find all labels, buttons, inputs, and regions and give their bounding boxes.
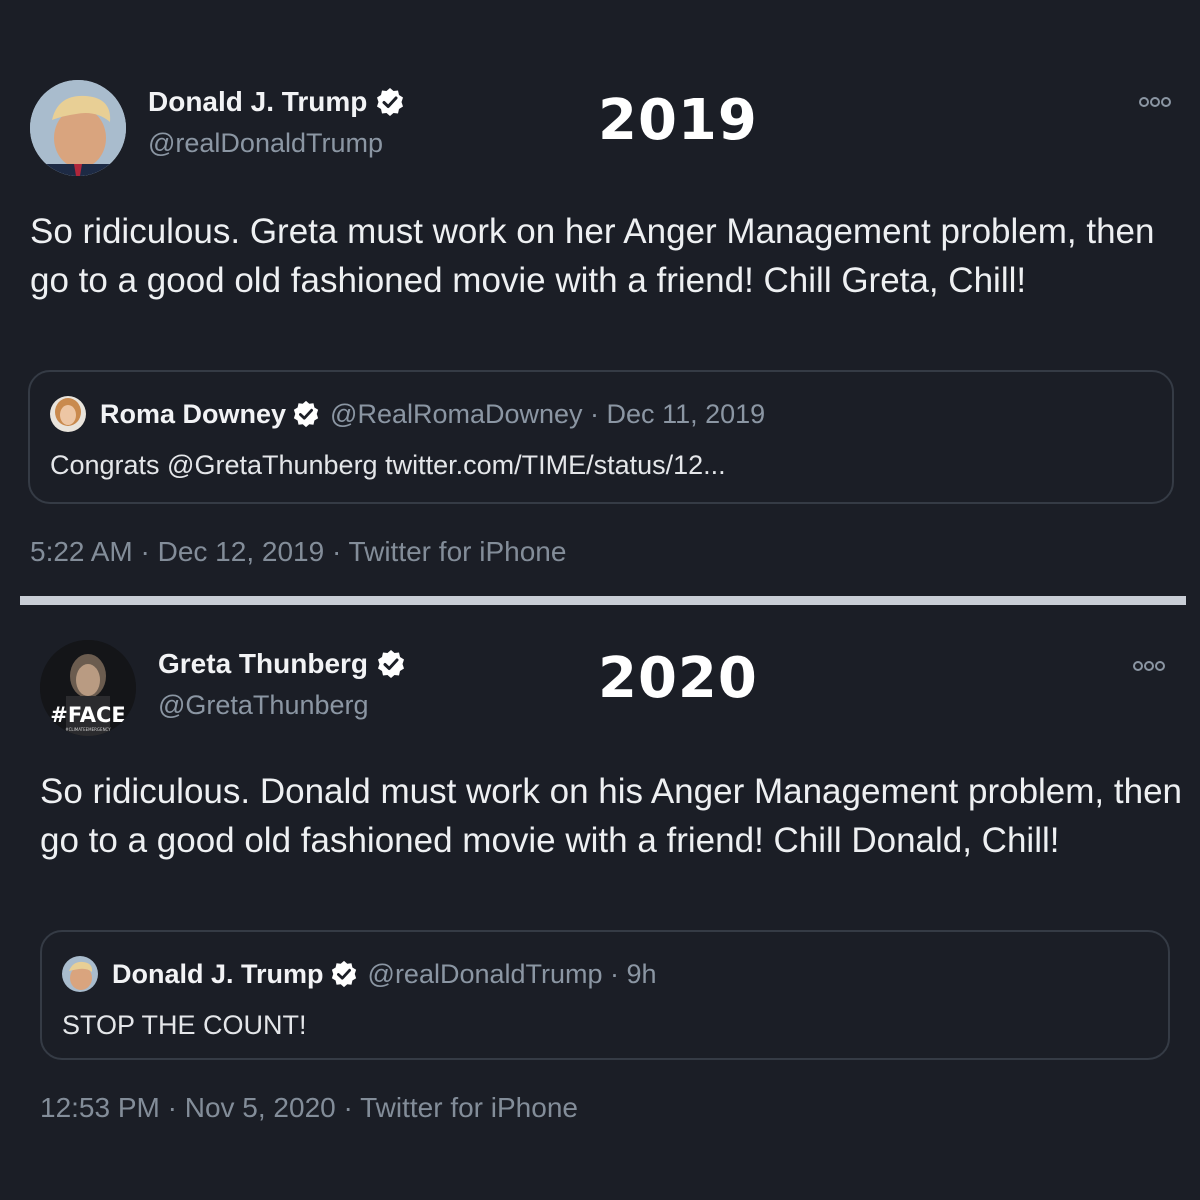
quoted-tweet[interactable]: Donald J. Trump @realDonaldTrump · 9h ST… — [40, 930, 1170, 1060]
verified-badge-icon — [331, 960, 356, 988]
more-options-icon[interactable] — [1138, 96, 1172, 108]
tweet-text: So ridiculous. Greta must work on her An… — [30, 212, 1165, 300]
quoted-text: STOP THE COUNT! — [62, 1010, 307, 1040]
tweet-timestamp[interactable]: 12:53 PM · Nov 5, 2020 · Twitter for iPh… — [40, 1092, 578, 1124]
verified-badge-icon — [293, 400, 319, 428]
tweet-2019[interactable]: Donald J. Trump @realDonaldTrump 2019 So… — [0, 0, 1200, 596]
quoted-author-name[interactable]: Donald J. Trump — [112, 959, 324, 990]
tweet-timestamp[interactable]: 5:22 AM · Dec 12, 2019 · Twitter for iPh… — [30, 536, 566, 568]
tweet-2020[interactable]: #FACE #CLIMATEEMERGENCY Greta Thunberg @… — [0, 606, 1200, 1200]
quoted-tweet[interactable]: Roma Downey @RealRomaDowney · Dec 11, 20… — [28, 370, 1174, 504]
year-label: 2019 — [598, 88, 758, 153]
more-options-icon[interactable] — [1132, 660, 1166, 672]
quoted-meta: @realDonaldTrump · 9h — [367, 958, 657, 989]
avatar-subtext: #CLIMATEEMERGENCY — [65, 727, 111, 732]
divider — [20, 596, 1186, 605]
verified-badge-icon — [378, 650, 405, 678]
greta-avatar[interactable]: #FACE #CLIMATEEMERGENCY — [40, 640, 136, 736]
verified-badge-icon — [377, 88, 404, 116]
trump-avatar[interactable] — [30, 80, 126, 176]
author-name[interactable]: Greta Thunberg — [158, 648, 368, 680]
avatar-face-text: #FACE — [50, 703, 126, 727]
author-handle[interactable]: @GretaThunberg — [158, 690, 369, 721]
trump-quote-avatar — [62, 956, 98, 992]
quoted-meta: @RealRomaDowney · Dec 11, 2019 — [330, 398, 766, 429]
tweet-text: So ridiculous. Donald must work on his A… — [40, 772, 1192, 860]
year-label: 2020 — [598, 646, 758, 711]
quoted-text: Congrats @GretaThunberg twitter.com/TIME… — [50, 450, 726, 480]
quoted-author-name[interactable]: Roma Downey — [100, 399, 286, 430]
roma-downey-avatar — [50, 396, 86, 432]
author-handle[interactable]: @realDonaldTrump — [148, 128, 383, 159]
author-name[interactable]: Donald J. Trump — [148, 86, 367, 118]
